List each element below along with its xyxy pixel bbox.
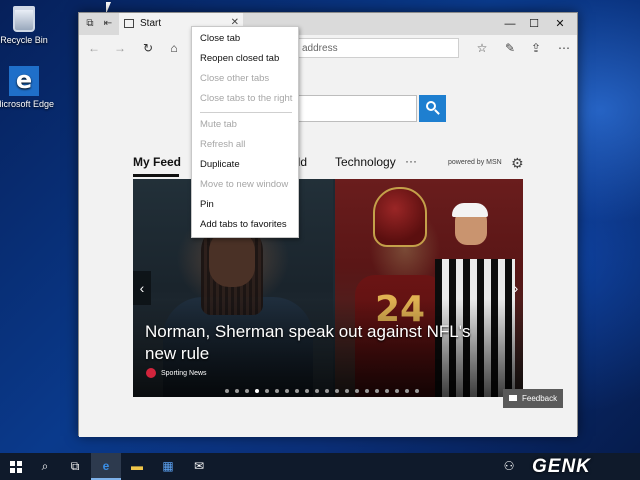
gear-icon[interactable]: ⚙ <box>511 155 524 172</box>
maximize-button[interactable]: ☐ <box>523 15 545 33</box>
tab-context-menu: Close tab Reopen closed tab Close other ta… <box>191 26 299 238</box>
edge-browser-window: ⧉ ⇤ Start ✕ — ☐ ✕ ← → ↻ ⌂ address ☆ ✎ ⇪ … <box>78 12 578 437</box>
desktop-icon-recycle-bin[interactable]: Recycle Bin <box>0 6 56 45</box>
edge-taskbar-icon[interactable]: e <box>91 453 121 480</box>
task-view-icon[interactable]: ⧉ <box>60 453 90 480</box>
set-aside-tabs-icon[interactable]: ⇤ <box>99 16 117 32</box>
carousel-dot[interactable] <box>385 389 389 393</box>
windows-logo-icon <box>10 461 22 473</box>
carousel-dot[interactable] <box>265 389 269 393</box>
tab-my-feed[interactable]: My Feed <box>133 155 181 169</box>
mail-icon[interactable]: ✉ <box>184 453 214 480</box>
menu-item-reopen-closed-tab[interactable]: Reopen closed tab <box>200 51 296 67</box>
tab-preview-icon[interactable]: ⧉ <box>81 16 99 32</box>
carousel-dot[interactable] <box>335 389 339 393</box>
menu-item-pin[interactable]: Pin <box>200 197 296 213</box>
store-icon[interactable]: ▦ <box>153 453 183 480</box>
powered-by-msn: powered by MSN <box>448 159 502 166</box>
carousel-dot[interactable] <box>395 389 399 393</box>
carousel-dot[interactable] <box>225 389 229 393</box>
carousel-dot[interactable] <box>285 389 289 393</box>
menu-item-duplicate[interactable]: Duplicate <box>200 157 296 173</box>
menu-item-close-tabs-to-the-right: Close tabs to the right <box>200 93 293 104</box>
pen-icon[interactable]: ✎ <box>501 39 519 57</box>
feedback-button[interactable]: Feedback <box>503 389 563 408</box>
edge-icon: e <box>9 66 39 96</box>
recycle-bin-icon <box>13 6 35 32</box>
search-input[interactable] <box>289 95 417 122</box>
carousel-dot[interactable] <box>325 389 329 393</box>
carousel-dot[interactable] <box>375 389 379 393</box>
start-page: My Feed orld Technology ··· powered by M… <box>79 61 577 437</box>
carousel-prev-button[interactable]: ‹ <box>133 271 151 305</box>
hero-headline[interactable]: Norman, Sherman speak out against NFL's … <box>145 321 485 365</box>
start-button[interactable] <box>0 453 30 480</box>
forward-arrow-icon[interactable]: → <box>111 39 129 57</box>
refresh-icon[interactable]: ↻ <box>139 39 157 57</box>
address-placeholder: address <box>302 43 338 54</box>
genk-watermark: GENK <box>532 456 591 477</box>
feedback-icon <box>509 395 517 401</box>
desktop-icon-label: Microsoft Edge <box>0 99 55 109</box>
carousel-dot[interactable] <box>235 389 239 393</box>
sporting-news-logo-icon <box>146 368 156 378</box>
menu-divider <box>200 112 292 113</box>
tab-technology[interactable]: Technology <box>335 155 396 169</box>
window-close-button[interactable]: ✕ <box>549 15 571 33</box>
carousel-dot[interactable] <box>345 389 349 393</box>
more-menu-icon[interactable]: ⋯ <box>555 39 573 57</box>
search-button[interactable] <box>419 95 446 122</box>
carousel-dot[interactable] <box>275 389 279 393</box>
back-arrow-icon[interactable]: ← <box>85 39 103 57</box>
tab-title: Start <box>140 18 162 29</box>
carousel-dot[interactable] <box>245 389 249 393</box>
file-explorer-icon[interactable]: ▬ <box>122 453 152 480</box>
carousel-next-button[interactable]: › <box>509 271 523 305</box>
menu-item-close-other-tabs: Close other tabs <box>200 73 270 84</box>
desktop-icon-label: Recycle Bin <box>0 35 48 45</box>
carousel-dot[interactable] <box>405 389 409 393</box>
carousel-dot[interactable] <box>365 389 369 393</box>
desktop-icon-edge[interactable]: e Microsoft Edge <box>0 66 56 109</box>
feedback-label: Feedback <box>522 394 558 403</box>
menu-item-move-to-new-window: Move to new window <box>200 179 289 190</box>
search-taskbar-icon[interactable]: ⌕ <box>30 453 60 480</box>
carousel-dot[interactable] <box>315 389 319 393</box>
favorites-star-icon[interactable]: ☆ <box>473 39 491 57</box>
hero-source: Sporting News <box>161 370 207 377</box>
carousel-dot[interactable] <box>415 389 419 393</box>
carousel-dot[interactable] <box>255 389 259 393</box>
minimize-button[interactable]: — <box>499 15 521 33</box>
people-icon[interactable]: ⚇ <box>494 453 524 480</box>
carousel-dot[interactable] <box>355 389 359 393</box>
tab-bar: ⧉ ⇤ Start ✕ — ☐ ✕ <box>79 13 577 35</box>
menu-item-close-tab[interactable]: Close tab <box>200 31 296 47</box>
navigation-bar: ← → ↻ ⌂ address ☆ ✎ ⇪ ⋯ <box>79 35 577 61</box>
carousel-dots <box>225 384 425 393</box>
menu-item-refresh-all: Refresh all <box>200 139 246 150</box>
share-icon[interactable]: ⇪ <box>527 39 545 57</box>
carousel-dot[interactable] <box>305 389 309 393</box>
page-icon <box>124 19 134 28</box>
active-tab-indicator <box>133 174 179 177</box>
more-tabs-button[interactable]: ··· <box>405 154 417 168</box>
carousel-dot[interactable] <box>295 389 299 393</box>
home-icon[interactable]: ⌂ <box>165 39 183 57</box>
menu-item-mute-tab: Mute tab <box>200 119 237 130</box>
menu-item-add-tabs-to-favorites[interactable]: Add tabs to favorites <box>200 217 296 233</box>
